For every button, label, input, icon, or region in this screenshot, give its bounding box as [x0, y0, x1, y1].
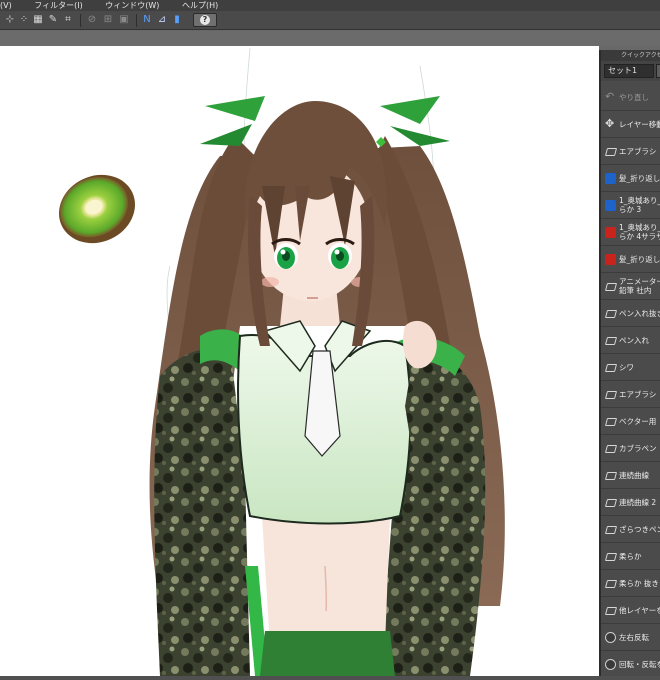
plain-brush-icon: [605, 416, 616, 427]
quick-access-item[interactable]: 1_奥城あり_影らか 4サラサラ: [601, 219, 660, 246]
quick-access-panel: クイックアクセス セット1 やり直しレイヤー移動エアブラシ髪_折り返し1_奥城あ…: [599, 50, 660, 680]
snap-icon[interactable]: ⊞: [102, 14, 114, 26]
plain-brush-icon: [605, 308, 616, 319]
plain-brush-icon: [605, 551, 616, 562]
set-menu-button[interactable]: [656, 64, 660, 78]
quick-access-item-label: アニメーター専用鉛筆 社内: [619, 277, 660, 295]
quick-access-item[interactable]: ペン入れ抜き: [601, 300, 660, 327]
red-brush-icon: [605, 227, 616, 238]
status-bar: [0, 676, 660, 680]
plain-brush-icon: [605, 497, 616, 508]
plain-brush-icon: [605, 335, 616, 346]
quick-access-item-label: エアブラシ: [619, 390, 657, 399]
quick-access-item[interactable]: エアブラシ: [601, 381, 660, 408]
help-icon: ?: [200, 15, 210, 25]
red-brush-icon: [605, 254, 616, 265]
set-select[interactable]: セット1: [604, 64, 654, 78]
plain-brush-icon: [605, 389, 616, 400]
plain-brush-icon: [605, 362, 616, 373]
plain-brush-icon: [605, 605, 616, 616]
illustration: [59, 47, 505, 676]
quick-access-item-label: エアブラシ: [619, 147, 657, 156]
blue-ruler-icon[interactable]: N: [141, 14, 153, 26]
menu-filter[interactable]: フィルター(I): [34, 0, 82, 11]
bucket-icon[interactable]: ▮: [171, 14, 183, 26]
quick-access-item[interactable]: 柔らか: [601, 543, 660, 570]
quick-access-item[interactable]: エアブラシ: [601, 138, 660, 165]
move-brush-icon: [605, 117, 616, 130]
quick-access-item[interactable]: ベクター用: [601, 408, 660, 435]
quick-access-item[interactable]: アニメーター専用鉛筆 社内: [601, 273, 660, 300]
quick-access-item[interactable]: 1_奥城あり_影らか 3: [601, 192, 660, 219]
quick-access-item-label: 1_奥城あり_影らか 4サラサラ: [619, 223, 660, 241]
quick-access-item-label: ざらつきペン: [619, 525, 660, 534]
quick-access-item-label: 連続曲線 2: [619, 498, 657, 507]
quick-access-item[interactable]: ざらつきペン: [601, 516, 660, 543]
grid-icon[interactable]: ⁘: [18, 14, 30, 26]
plain-brush-icon: [605, 146, 616, 157]
menu-view[interactable]: (V): [0, 0, 12, 11]
quick-access-item-label: ペン入れ: [619, 336, 649, 345]
selection-icon[interactable]: ▦: [32, 14, 44, 26]
transform-icon[interactable]: ⊹: [4, 14, 16, 26]
circ-brush-icon: [605, 659, 616, 670]
quick-access-item[interactable]: 連続曲線: [601, 462, 660, 489]
quick-access-item[interactable]: 髪_折り返し: [601, 246, 660, 273]
quick-access-item-label: 連続曲線: [619, 471, 649, 480]
help-button[interactable]: ?: [193, 13, 217, 27]
quick-access-item[interactable]: 回転・反転を戻す: [601, 651, 660, 678]
blue-brush-icon: [605, 200, 616, 211]
left-sleeve: [157, 386, 235, 651]
quick-access-item-label: シワ: [619, 363, 634, 372]
quick-access-item-label: ペン入れ抜き: [619, 309, 660, 318]
quick-access-item-label: 他レイヤーを参照: [619, 606, 660, 615]
canvas-top-gutter: [0, 31, 660, 46]
clip-studio-window: (V) フィルター(I) ウィンドウ(W) ヘルプ(H) ⊹ ⁘ ▦ ✎ ⌗ ⊘…: [0, 0, 660, 680]
menu-bar: (V) フィルター(I) ウィンドウ(W) ヘルプ(H): [0, 0, 660, 11]
quick-access-item[interactable]: 髪_折り返し: [601, 165, 660, 192]
quick-access-item[interactable]: ペン入れ: [601, 327, 660, 354]
quick-access-item[interactable]: レイヤー移動: [601, 111, 660, 138]
kiwi-slice: [59, 174, 135, 244]
undo-brush-icon: [605, 90, 616, 103]
quick-access-item[interactable]: やり直し: [601, 84, 660, 111]
plain-brush-icon: [605, 443, 616, 454]
quick-access-item-label: 柔らか: [619, 552, 642, 561]
quick-access-list: やり直しレイヤー移動エアブラシ髪_折り返し1_奥城あり_影らか 31_奥城あり_…: [601, 84, 660, 678]
perspective-icon[interactable]: ▣: [118, 14, 130, 26]
crop-icon[interactable]: ⌗: [62, 14, 74, 26]
plain-brush-icon: [605, 470, 616, 481]
quick-access-header: クイックアクセス: [601, 50, 660, 61]
quick-access-item-label: レイヤー移動: [619, 120, 660, 129]
quick-access-item[interactable]: 他レイヤーを参照: [601, 597, 660, 624]
quick-access-item-label: ベクター用: [619, 417, 657, 426]
command-bar: ⊹ ⁘ ▦ ✎ ⌗ ⊘ ⊞ ▣ N ⊿ ▮ ?: [0, 11, 660, 30]
ruler-icon[interactable]: ⊘: [86, 14, 98, 26]
quick-access-item-label: 柔らか 抜き: [619, 579, 659, 588]
circ-brush-icon: [605, 632, 616, 643]
quick-access-item[interactable]: カブラペン: [601, 435, 660, 462]
quick-access-item-label: 1_奥城あり_影らか 3: [619, 196, 660, 214]
pen-icon[interactable]: ✎: [47, 14, 59, 26]
drawing-canvas[interactable]: [0, 46, 599, 676]
curve-icon[interactable]: ⊿: [156, 14, 168, 26]
quick-access-item-label: 髪_折り返し: [619, 255, 660, 264]
quick-access-item[interactable]: 柔らか 抜き: [601, 570, 660, 597]
quick-access-item-label: 回転・反転を戻す: [619, 660, 660, 669]
plain-brush-icon: [605, 281, 616, 292]
plain-brush-icon: [605, 578, 616, 589]
quick-access-set-row: セット1: [601, 61, 660, 81]
blue-brush-icon: [605, 173, 616, 184]
quick-access-item-label: 左右反転: [619, 633, 649, 642]
quick-access-item[interactable]: シワ: [601, 354, 660, 381]
quick-access-item-label: 髪_折り返し: [619, 174, 660, 183]
quick-access-item[interactable]: 連続曲線 2: [601, 489, 660, 516]
menu-window[interactable]: ウィンドウ(W): [105, 0, 159, 11]
quick-access-item-label: カブラペン: [619, 444, 657, 453]
quick-access-item[interactable]: 左右反転: [601, 624, 660, 651]
menu-help[interactable]: ヘルプ(H): [182, 0, 218, 11]
plain-brush-icon: [605, 524, 616, 535]
quick-access-item-label: やり直し: [619, 93, 649, 102]
skirt: [260, 631, 395, 676]
